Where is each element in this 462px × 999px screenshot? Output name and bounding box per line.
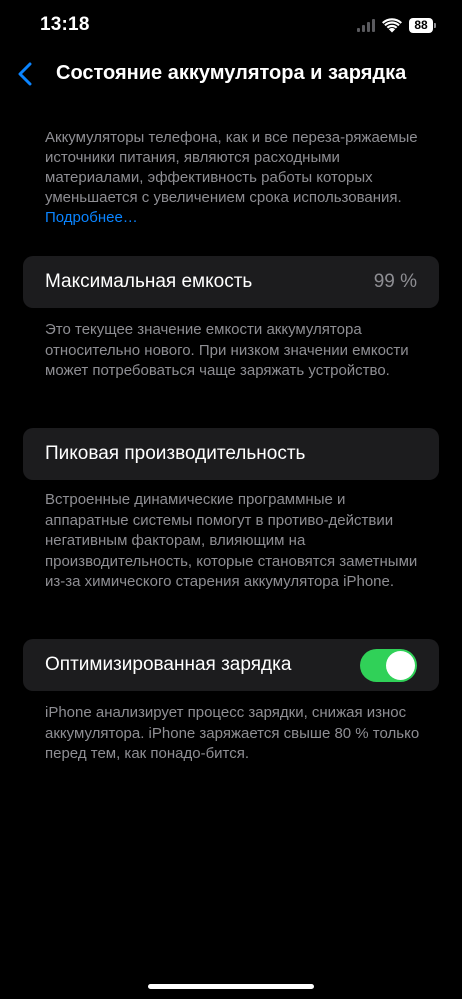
optimized-charging-label: Оптимизированная зарядка	[45, 654, 292, 675]
intro-description: Аккумуляторы телефона, как и все переза-…	[45, 129, 418, 206]
optimized-charging-footnote: iPhone анализирует процесс зарядки, сниж…	[45, 704, 420, 762]
battery-level: 88	[409, 17, 433, 33]
max-capacity-value: 99 %	[373, 271, 417, 292]
max-capacity-label: Максимальная емкость	[45, 271, 253, 292]
toggle-knob	[386, 651, 415, 680]
wifi-icon	[382, 17, 402, 32]
nav-bar: Состояние аккумулятора и зарядка	[0, 52, 462, 96]
max-capacity-cell: Максимальная емкость 99 %	[23, 256, 439, 308]
status-bar: 13:18 88	[0, 0, 462, 50]
max-capacity-footnote: Это текущее значение емкости аккумулятор…	[45, 321, 409, 379]
peak-performance-cell[interactable]: Пиковая производительность	[23, 428, 439, 480]
intro-text: Аккумуляторы телефона, как и все переза-…	[45, 128, 425, 228]
battery-icon: 88	[409, 17, 436, 33]
chevron-left-icon	[18, 62, 32, 86]
optimized-charging-toggle[interactable]	[360, 649, 417, 682]
page-title: Состояние аккумулятора и зарядка	[56, 62, 407, 84]
peak-performance-label: Пиковая производительность	[45, 443, 306, 464]
cellular-signal-icon	[357, 18, 375, 32]
learn-more-link[interactable]: Подробнее…	[45, 209, 138, 226]
peak-performance-footnote: Встроенные динамические программные и ап…	[45, 491, 418, 590]
home-indicator[interactable]	[148, 984, 314, 989]
status-icons: 88	[357, 15, 436, 35]
optimized-charging-cell: Оптимизированная зарядка	[23, 639, 439, 691]
back-button[interactable]	[10, 56, 40, 92]
status-time: 13:18	[40, 14, 90, 35]
